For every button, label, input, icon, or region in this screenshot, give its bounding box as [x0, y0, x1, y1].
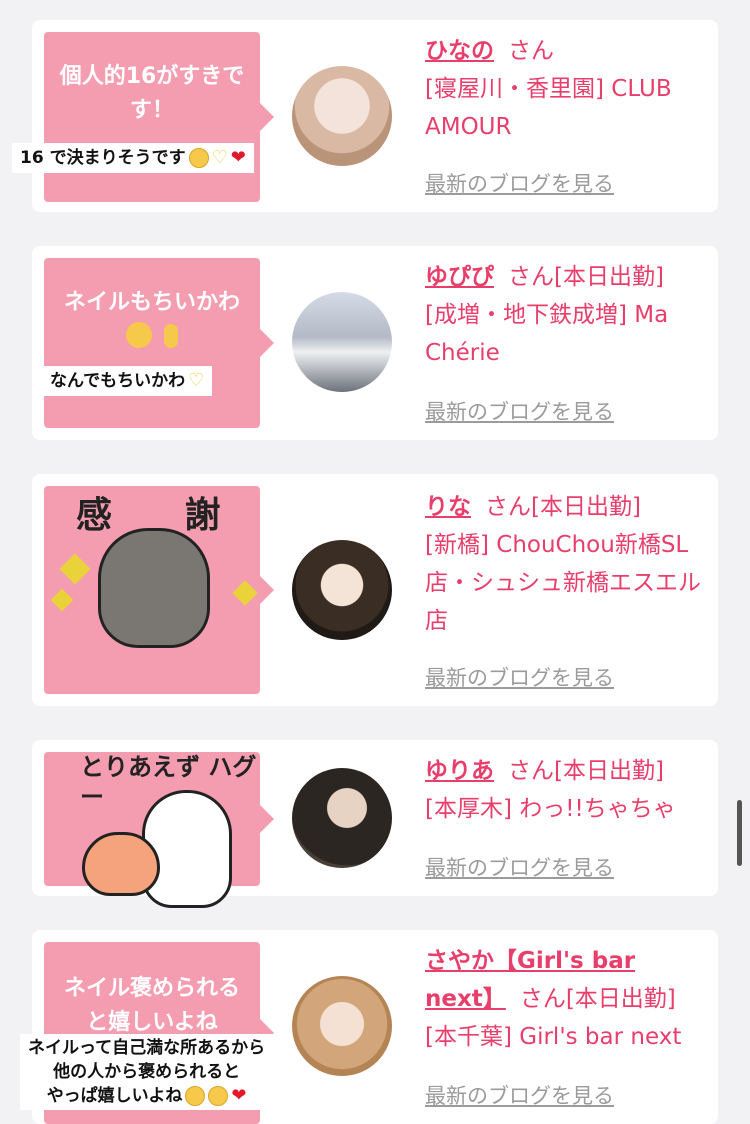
shop-name: [本厚木] わっ!!ちゃちゃ — [425, 796, 676, 822]
story-caption: なんでもちいかわ ♡ — [42, 366, 213, 396]
red-heart-icon: ❤ — [230, 147, 246, 168]
shop-name: [寝屋川・香里園] CLUB AMOUR — [425, 76, 672, 140]
pleading-face-icon — [185, 1086, 206, 1106]
scrollbar[interactable] — [737, 800, 742, 866]
cast-name-link[interactable]: ひなの — [425, 38, 494, 64]
hug-sticker: とりあえず ハグー — [70, 750, 260, 910]
caption-line: やっぱ嬉しいよね — [46, 1086, 183, 1106]
shop-name: [成増・地下鉄成増] Ma Chérie — [425, 302, 669, 366]
bunny-character-icon — [142, 790, 232, 908]
honorific: さん — [508, 758, 554, 784]
bubble-message: ネイルもちいかわ — [63, 290, 240, 315]
cast-name-link[interactable]: ゆりあ — [425, 758, 494, 784]
work-status: [本日出勤] — [565, 986, 676, 1012]
cast-info: ゆぴぴ さん[本日出勤] [成増・地下鉄成増] Ma Chérie — [425, 258, 710, 372]
latest-blog-link[interactable]: 最新のブログを見る — [425, 662, 614, 692]
caption-text: 16 で決まりそうです — [20, 148, 186, 168]
avatar[interactable] — [292, 66, 392, 166]
avatar[interactable] — [292, 540, 392, 640]
cast-info: ゆりあ さん[本日出勤] [本厚木] わっ!!ちゃちゃ — [425, 752, 710, 828]
avatar[interactable] — [292, 292, 392, 392]
red-heart-icon: ❤ — [231, 1085, 247, 1106]
shop-name: [本千葉] Girl's bar next — [425, 1024, 682, 1050]
story-caption: 16 で決まりそうです ♡ ❤ — [12, 143, 254, 173]
message-bubble: 個人的16がすきです！ — [44, 32, 274, 202]
sparkle-icon — [59, 553, 91, 585]
cast-card[interactable]: ネイルもちいかわ ゆぴぴ さん[本日出勤] [成増・地下鉄成増] Ma Chéri… — [32, 246, 718, 440]
bubble-message: 個人的16がすきです！ — [59, 64, 245, 123]
pinch-hand-icon — [163, 324, 178, 348]
caption-text: なんでもちいかわ — [50, 371, 186, 391]
honorific: さん — [519, 986, 566, 1012]
work-status: [本日出勤] — [531, 494, 641, 520]
honorific: さん — [508, 264, 554, 290]
honorific: さん — [485, 494, 531, 520]
cast-name-link[interactable]: ゆぴぴ — [425, 264, 494, 290]
bear-character-icon — [98, 528, 210, 648]
message-bubble: ネイルもちいかわ — [44, 258, 274, 428]
avatar[interactable] — [292, 768, 392, 868]
work-status: [本日出勤] — [554, 264, 664, 290]
honorific: さん — [508, 38, 554, 64]
cast-card[interactable]: 個人的16がすきです！ ひなの さん [寝屋川・香里園] CLUB AMOUR 最… — [32, 20, 718, 212]
latest-blog-link[interactable]: 最新のブログを見る — [425, 1080, 614, 1110]
sparkle-icon — [232, 580, 258, 606]
latest-blog-link[interactable]: 最新のブログを見る — [425, 168, 614, 198]
caption-line: 他の人から褒められると — [53, 1062, 241, 1082]
pleading-face-icon — [208, 1086, 229, 1106]
bubble-message: ネイル褒められると嬉しいよね — [63, 976, 240, 1035]
heart-hands-icon: ♡ — [188, 370, 205, 391]
heart-icon — [82, 832, 160, 896]
latest-blog-link[interactable]: 最新のブログを見る — [425, 396, 614, 426]
work-status: [本日出勤] — [554, 758, 664, 784]
cast-name-link[interactable]: りな — [425, 494, 471, 520]
flushed-face-icon — [126, 322, 153, 348]
cast-info: さやか【Girl's bar next】 さん[本日出勤] [本千葉] Girl'… — [425, 942, 710, 1056]
thanks-sticker: 感 謝 — [50, 480, 258, 670]
avatar[interactable] — [292, 976, 392, 1076]
cast-info: りな さん[本日出勤] [新橋] ChouChou新橋SL店・シュシュ新橋エスエル… — [425, 488, 710, 640]
caption-line: ネイルって自己満な所あるから — [28, 1038, 266, 1058]
shop-name: [新橋] ChouChou新橋SL店・シュシュ新橋エスエル店 — [425, 532, 701, 634]
story-caption: ネイルって自己満な所あるから 他の人から褒められると やっぱ嬉しいよね ❤ — [20, 1034, 274, 1110]
cast-info: ひなの さん [寝屋川・香里園] CLUB AMOUR — [425, 32, 710, 146]
pleading-face-icon — [188, 148, 209, 168]
heart-hands-icon: ♡ — [211, 147, 228, 168]
latest-blog-link[interactable]: 最新のブログを見る — [425, 852, 614, 882]
